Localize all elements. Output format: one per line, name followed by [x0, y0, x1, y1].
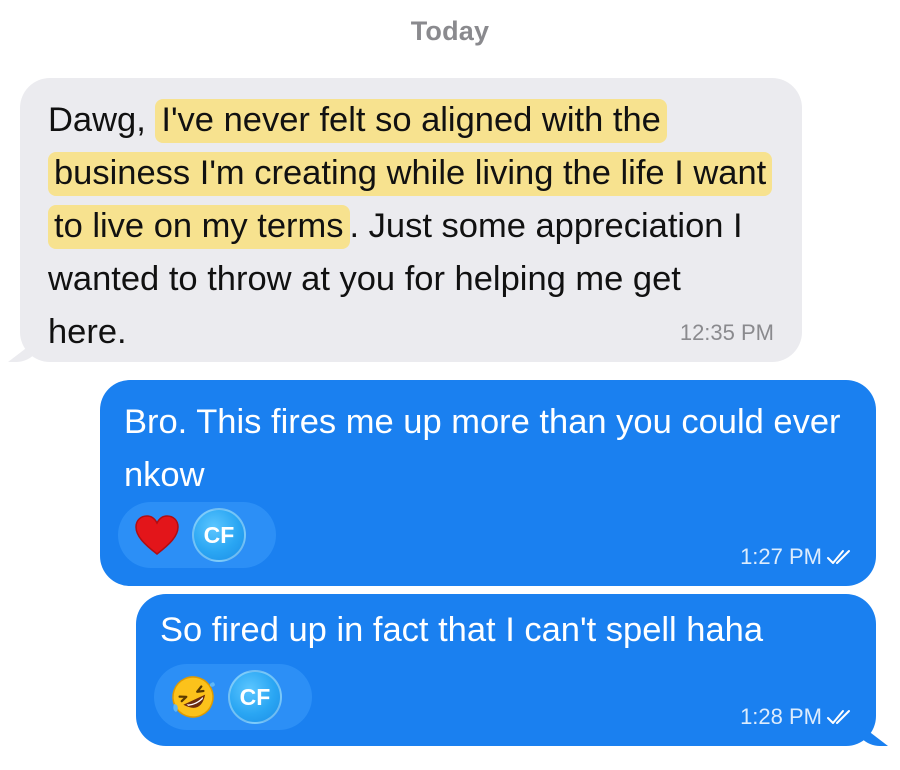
- message-text: So fired up in fact that I can't spell h…: [160, 611, 764, 649]
- message-timestamp: 12:35 PM: [679, 320, 774, 345]
- bubble-tail: [8, 336, 42, 362]
- timestamp-text: 1:27 PM: [740, 544, 822, 569]
- rolling-laughing-icon: [172, 676, 215, 718]
- date-header: Today: [410, 16, 490, 46]
- avatar: CF: [192, 508, 246, 562]
- avatar: CF: [228, 670, 282, 724]
- heart-icon: [135, 515, 179, 555]
- incoming-message-bubble[interactable]: Dawg, I've never felt so aligned with th…: [8, 78, 802, 362]
- timestamp-text: 1:28 PM: [740, 704, 822, 729]
- message-text: Dawg, I've never felt so aligned with th…: [48, 94, 773, 359]
- message-timestamp: 1:28 PM: [740, 704, 854, 730]
- double-check-icon: [827, 710, 850, 724]
- outgoing-message-bubble[interactable]: Bro. This fires me up more than you coul…: [100, 380, 876, 586]
- outgoing-message-bubble[interactable]: So fired up in fact that I can't spell h…: [136, 594, 888, 746]
- double-check-icon: [827, 550, 850, 564]
- bubble-tail: [854, 720, 888, 746]
- message-text-part: Dawg,: [48, 101, 156, 139]
- reaction-pill[interactable]: CF: [154, 664, 312, 730]
- reaction-pill[interactable]: CF: [118, 502, 276, 568]
- message-timestamp: 1:27 PM: [740, 544, 854, 570]
- message-text: Bro. This fires me up more than you coul…: [124, 403, 841, 494]
